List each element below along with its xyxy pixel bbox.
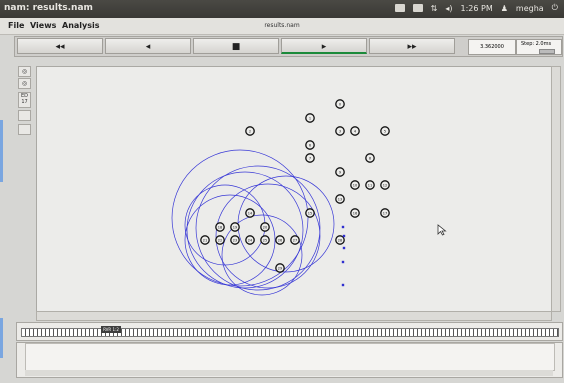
- timeline-panel: RVR 1:2: [16, 322, 563, 341]
- node-label: 21: [203, 238, 207, 242]
- network-node[interactable]: 1: [305, 113, 315, 123]
- network-node[interactable]: 6: [305, 140, 315, 150]
- network-node[interactable]: 10: [350, 180, 360, 190]
- node-label: 13: [338, 197, 342, 201]
- network-node[interactable]: 15: [305, 208, 315, 218]
- timeline-marker[interactable]: RVR 1:2: [101, 326, 121, 333]
- network-node[interactable]: 13: [335, 194, 345, 204]
- network-node[interactable]: 7: [305, 153, 315, 163]
- node-label: 19: [233, 225, 237, 229]
- network-node[interactable]: 11: [365, 180, 375, 190]
- network-node[interactable]: 16: [350, 208, 360, 218]
- node-label: 23: [233, 238, 237, 242]
- network-node[interactable]: 25: [260, 235, 270, 245]
- node-label: 17: [383, 211, 387, 215]
- node-label: 2: [249, 129, 251, 133]
- network-node[interactable]: 24: [245, 235, 255, 245]
- node-label: 10: [353, 183, 357, 187]
- network-node[interactable]: 27: [290, 235, 300, 245]
- packet: [342, 246, 346, 250]
- vertical-scrollbar[interactable]: [551, 66, 561, 312]
- node-label: 11: [368, 183, 372, 187]
- network-node[interactable]: 23: [230, 235, 240, 245]
- node-label: 14: [248, 211, 253, 215]
- network-node[interactable]: 8: [365, 153, 375, 163]
- node-label: 20: [263, 225, 267, 229]
- node-label: 25: [263, 238, 267, 242]
- network-node[interactable]: 20: [260, 222, 270, 232]
- network-node[interactable]: 17: [380, 208, 390, 218]
- node-label: 16: [353, 211, 357, 215]
- annotation-panel: [16, 342, 563, 378]
- packet: [341, 225, 345, 229]
- packet: [341, 260, 345, 264]
- node-label: 24: [248, 238, 253, 242]
- network-node[interactable]: 18: [215, 222, 225, 232]
- node-label: 1: [309, 116, 311, 120]
- node-label: 18: [218, 225, 222, 229]
- node-label: 15: [308, 211, 312, 215]
- node-label: 12: [383, 183, 387, 187]
- packet: [341, 283, 345, 287]
- node-label: 26: [278, 238, 282, 242]
- network-node[interactable]: 2: [245, 126, 255, 136]
- node-label: 22: [218, 238, 222, 242]
- transmission-range: [171, 149, 309, 287]
- network-node[interactable]: 14: [245, 208, 255, 218]
- horizontal-scrollbar[interactable]: [36, 311, 552, 321]
- network-node[interactable]: 5: [380, 126, 390, 136]
- node-label: 28: [338, 238, 342, 242]
- annotation-list[interactable]: [25, 343, 555, 371]
- node-label: 7: [309, 156, 311, 160]
- network-node[interactable]: 9: [335, 167, 345, 177]
- network-node[interactable]: 4: [350, 126, 360, 136]
- node-label: 9: [339, 170, 341, 174]
- network-node[interactable]: 22: [215, 235, 225, 245]
- network-node[interactable]: 26: [275, 235, 285, 245]
- network-node[interactable]: 12: [380, 180, 390, 190]
- transmission-range: [215, 183, 321, 289]
- node-label: 5: [384, 129, 386, 133]
- network-node[interactable]: 21: [200, 235, 210, 245]
- node-label: 0: [339, 102, 341, 106]
- mouse-cursor-icon: [437, 224, 447, 236]
- network-node[interactable]: 29: [275, 263, 285, 273]
- annotation-scrollbar[interactable]: [25, 370, 553, 376]
- network-node[interactable]: 3: [335, 126, 345, 136]
- node-label: 27: [293, 238, 297, 242]
- network-node[interactable]: 19: [230, 222, 240, 232]
- node-label: 3: [339, 129, 341, 133]
- node-label: 8: [369, 156, 371, 160]
- node-label: 6: [309, 143, 311, 147]
- network-node[interactable]: 0: [335, 99, 345, 109]
- packet: [342, 234, 346, 238]
- node-label: 29: [278, 266, 282, 270]
